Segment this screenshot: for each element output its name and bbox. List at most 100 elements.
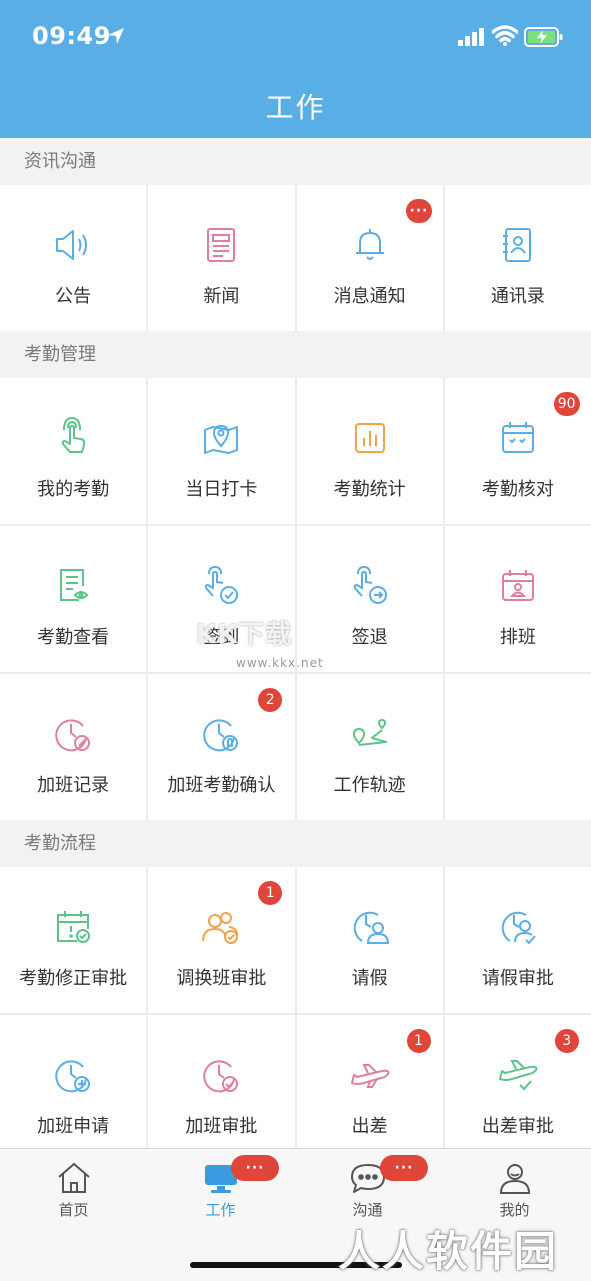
content-area[interactable]: 资讯沟通 公告 新闻 消息通知 ··· 通讯录 考勤管理 我的考勤 当日打卡 考… [0,138,591,1148]
count-badge: 90 [553,392,580,416]
grid-item-leave-approval[interactable]: 请假审批 [444,867,591,1013]
speaker-icon [56,230,88,260]
clock-pen-icon [55,719,91,752]
grid-item-label: 出差 [351,1116,388,1137]
people-check-icon [202,912,239,944]
grid-item-empty [444,674,591,820]
grid-attendance-process: 考勤修正审批 调换班审批 1 请假 请假审批 加班申请 加班审批 出差 1 出差… [0,867,591,1148]
cellular-signal-icon [458,28,484,46]
wifi-icon [492,25,518,46]
grid-item-label: 加班审批 [185,1116,258,1137]
tab-home[interactable]: 首页 [0,1149,147,1229]
hand-check-icon [205,565,239,604]
calendar-check-icon [57,911,91,943]
grid-item-overtime-approval[interactable]: 加班审批 [148,1015,295,1148]
section-title-attendance-management: 考勤管理 [0,331,591,378]
touch-hand-icon [61,416,86,453]
grid-item-daily-checkin[interactable]: 当日打卡 [148,378,295,524]
grid-item-overtime-request[interactable]: 加班申请 [0,1015,147,1148]
count-badge: 3 [554,1029,579,1053]
grid-item-news[interactable]: 新闻 [148,185,295,331]
airplane-check-icon [498,1060,538,1091]
grid-item-label: 我的考勤 [37,479,110,500]
route-icon [352,718,387,746]
tab-label: 工作 [205,1201,236,1219]
location-arrow-icon [108,28,124,44]
grid-item-overtime-confirm[interactable]: 加班考勤确认 2 [148,674,295,820]
grid-item-business-trip[interactable]: 出差 1 [296,1015,443,1148]
grid-item-attendance-check[interactable]: 考勤核对 90 [444,378,591,524]
grid-item-trip-approval[interactable]: 出差审批 3 [444,1015,591,1148]
grid-item-schedule[interactable]: 排班 [444,526,591,672]
contacts-icon [502,228,531,262]
grid-item-label: 新闻 [203,286,240,307]
tab-badge: ··· [380,1155,428,1181]
clock-person-icon [353,911,389,944]
clock-person-check-icon [501,911,536,945]
tab-badge: ··· [231,1155,279,1181]
tab-work[interactable]: 工作 ··· [147,1149,294,1229]
grid-item-label: 出差审批 [481,1116,554,1137]
hand-arrow-icon [353,565,387,604]
bar-stats-icon [354,423,385,453]
tab-label: 首页 [58,1201,89,1219]
grid-item-my-attendance[interactable]: 我的考勤 [0,378,147,524]
grid-item-overtime-records[interactable]: 加班记录 [0,674,147,820]
grid-item-attendance-view[interactable]: 考勤查看 [0,526,147,672]
airplane-icon [350,1064,389,1088]
calendar-person-icon [501,570,534,601]
map-location-icon [204,424,239,454]
grid-item-label: 加班记录 [37,775,110,796]
watermark-renren: 人人软件园 [338,1227,559,1276]
grid-item-label: 考勤修正审批 [19,968,128,989]
count-badge: 1 [406,1029,431,1053]
grid-item-label: 公告 [55,286,92,307]
page-title: 工作 [265,91,326,124]
count-badge: 1 [258,881,283,905]
grid-item-contacts[interactable]: 通讯录 [444,185,591,331]
grid-item-label: 考勤统计 [333,479,406,500]
grid-item-label: 工作轨迹 [333,775,406,796]
clock-check-icon [203,1060,239,1093]
status-time: 09:49 [32,22,111,50]
grid-info: 公告 新闻 消息通知 ··· 通讯录 [0,185,591,331]
tab-label: 我的 [499,1201,530,1219]
person-icon [499,1164,530,1194]
clock-plus-icon [55,1060,91,1093]
watermark-url: www.kkx.net [236,656,324,670]
notification-badge: ··· [405,199,433,223]
status-bar: 09:49 [0,0,591,76]
clock-hand-icon [203,719,239,752]
grid-item-label: 排班 [499,627,536,648]
grid-item-label: 消息通知 [333,286,406,307]
grid-item-label: 加班考勤确认 [167,775,276,796]
grid-item-label: 调换班审批 [176,968,267,989]
count-badge: 2 [258,688,283,712]
section-title-attendance-process: 考勤流程 [0,820,591,867]
battery-charging-icon [524,27,563,47]
tab-label: 沟通 [352,1201,383,1219]
grid-item-label: 当日打卡 [185,479,258,500]
document-eye-icon [60,569,89,601]
grid-item-attendance-stats[interactable]: 考勤统计 [296,378,443,524]
section-title-info: 资讯沟通 [0,138,591,185]
grid-item-label: 签退 [351,627,388,648]
grid-item-label: 考勤核对 [481,479,554,500]
grid-item-work-track[interactable]: 工作轨迹 [296,674,443,820]
grid-item-shift-swap-approval[interactable]: 调换班审批 1 [148,867,295,1013]
grid-item-label: 考勤查看 [37,627,110,648]
grid-attendance-management: 我的考勤 当日打卡 考勤统计 考勤核对 90 考勤查看 签到 签退 排班 加班记… [0,378,591,820]
header-bar: 09:49 工作 [0,0,591,138]
grid-item-sign-out[interactable]: 签退 [296,526,443,672]
grid-item-notifications[interactable]: 消息通知 ··· [296,185,443,331]
grid-item-correction-approval[interactable]: 考勤修正审批 [0,867,147,1013]
grid-item-announcement[interactable]: 公告 [0,185,147,331]
grid-item-label: 请假 [351,968,388,989]
newspaper-icon [207,228,236,262]
bell-icon [355,229,384,260]
tab-communication[interactable]: 沟通 ··· [294,1149,441,1229]
grid-item-leave[interactable]: 请假 [296,867,443,1013]
tab-mine[interactable]: 我的 [441,1149,588,1229]
home-icon [57,1162,90,1193]
calendar-icon [501,422,534,453]
